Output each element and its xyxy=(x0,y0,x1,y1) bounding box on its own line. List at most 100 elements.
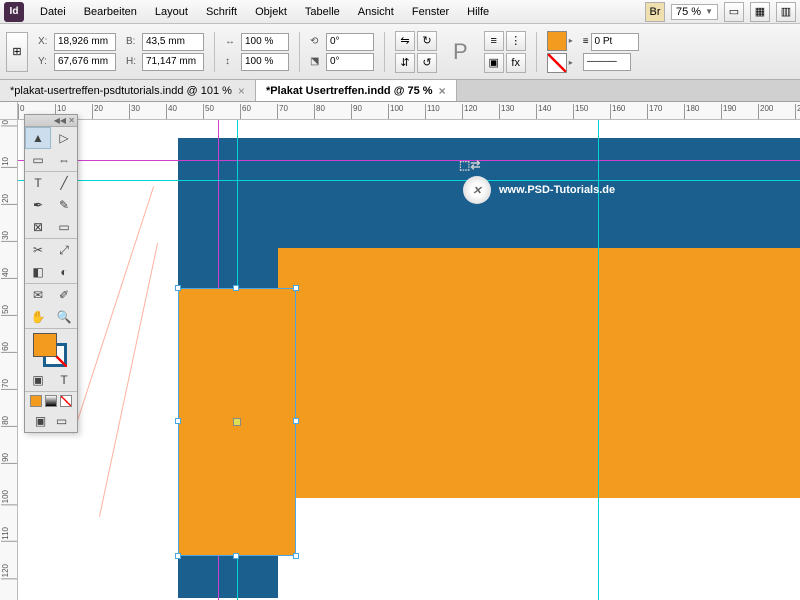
app-icon: Id xyxy=(4,2,24,22)
apply-none-icon[interactable] xyxy=(60,395,72,407)
fill-stroke-swatch[interactable] xyxy=(25,329,77,369)
scale-x-field[interactable] xyxy=(241,33,289,51)
resize-handle-e[interactable] xyxy=(293,418,299,424)
resize-handle-se[interactable] xyxy=(293,553,299,559)
panel-collapse-icon[interactable]: ◀◀ ✕ xyxy=(25,115,77,127)
separator xyxy=(384,32,385,72)
menu-fenster[interactable]: Fenster xyxy=(404,3,457,21)
selection-center-icon[interactable] xyxy=(233,418,241,426)
close-icon[interactable]: × xyxy=(439,84,446,98)
formatting-container-icon[interactable]: ▣ xyxy=(25,369,51,391)
type-tool[interactable]: T xyxy=(25,172,51,194)
menu-bar: Id Datei Bearbeiten Layout Schrift Objek… xyxy=(0,0,800,24)
pencil-tool[interactable]: ✎ xyxy=(51,194,77,216)
guide-cyan-h[interactable] xyxy=(18,180,800,181)
screen-mode-icon[interactable]: ▭ xyxy=(724,2,744,22)
resize-handle-sw[interactable] xyxy=(175,553,181,559)
stroke-weight-icon: ≡ xyxy=(583,36,589,47)
view-mode-preview-icon[interactable]: ▭ xyxy=(53,413,71,429)
resize-handle-n[interactable] xyxy=(233,285,239,291)
flip-v-icon[interactable]: ⇵ xyxy=(395,53,415,73)
separator xyxy=(214,32,215,72)
gap-tool[interactable]: ⇔ xyxy=(51,149,77,171)
control-bar: ⊞ X: Y: B: H: ↔ ↕ ⟲ ⬔ ⇋↻ ⇵↺ P ≡⋮ ▣fx ▸ ▸… xyxy=(0,24,800,80)
resize-handle-ne[interactable] xyxy=(293,285,299,291)
tools-panel[interactable]: ◀◀ ✕ ▲ ▷ ▭ ⇔ T ╱ ✒ ✎ ⊠ ▭ ✂ ⤢ ◧ ◐ ✉ ✐ ✋ 🔍 xyxy=(24,114,78,433)
rotate-cw-icon[interactable]: ↻ xyxy=(417,31,437,51)
page-tool[interactable]: ▭ xyxy=(25,149,51,171)
resize-handle-nw[interactable] xyxy=(175,285,181,291)
rectangle-frame-tool[interactable]: ⊠ xyxy=(25,216,51,238)
zoom-tool[interactable]: 🔍 xyxy=(51,306,77,328)
y-label: Y: xyxy=(38,56,52,67)
zoom-level-select[interactable]: 75 %▼ xyxy=(671,4,718,20)
free-transform-tool[interactable]: ⤢ xyxy=(51,239,77,261)
h-label: H: xyxy=(126,56,140,67)
document-tab-1[interactable]: *plakat-usertreffen-psdtutorials.indd @ … xyxy=(0,80,256,101)
ruler-origin[interactable] xyxy=(0,102,18,120)
reference-point-icon[interactable]: ⊞ xyxy=(6,32,28,72)
apply-gradient-icon[interactable] xyxy=(45,395,57,407)
fill-color-swatch[interactable] xyxy=(33,333,57,357)
ruler-horizontal[interactable]: 0102030405060708090100110120130140150160… xyxy=(18,102,800,120)
y-field[interactable] xyxy=(54,53,116,71)
scale-y-field[interactable] xyxy=(241,53,289,71)
arrange-icon[interactable]: ▦ xyxy=(750,2,770,22)
menu-hilfe[interactable]: Hilfe xyxy=(459,3,497,21)
orange-block[interactable] xyxy=(278,248,800,498)
chevron-down-icon: ▸ xyxy=(569,36,573,45)
menu-datei[interactable]: Datei xyxy=(32,3,74,21)
ruler-vertical[interactable]: 0102030405060708090100110120130 xyxy=(0,120,18,600)
stroke-style-field[interactable] xyxy=(583,53,631,71)
resize-handle-s[interactable] xyxy=(233,553,239,559)
menu-objekt[interactable]: Objekt xyxy=(247,3,295,21)
shear-field[interactable] xyxy=(326,53,374,71)
hand-tool[interactable]: ✋ xyxy=(25,306,51,328)
apply-color-icon[interactable] xyxy=(30,395,42,407)
scissors-tool[interactable]: ✂ xyxy=(25,239,51,261)
fill-swatch[interactable] xyxy=(547,31,567,51)
line-tool[interactable]: ╱ xyxy=(51,172,77,194)
document-tab-2[interactable]: *Plakat Usertreffen.indd @ 75 %× xyxy=(256,80,457,101)
margin-guide-top[interactable] xyxy=(18,160,800,161)
x-field[interactable] xyxy=(54,33,116,51)
distribute-icon[interactable]: ⋮ xyxy=(506,31,526,51)
w-label: B: xyxy=(126,36,140,47)
rectangle-tool[interactable]: ▭ xyxy=(51,216,77,238)
menu-ansicht[interactable]: Ansicht xyxy=(350,3,402,21)
logo-text: www.PSD-Tutorials.de xyxy=(499,184,615,196)
formatting-text-icon[interactable]: T xyxy=(51,369,77,391)
eyedropper-tool[interactable]: ✐ xyxy=(51,284,77,306)
selected-rectangle[interactable] xyxy=(178,288,296,556)
menu-layout[interactable]: Layout xyxy=(147,3,196,21)
effects-icon[interactable]: fx xyxy=(506,53,526,73)
rotate-field[interactable] xyxy=(326,33,374,51)
resize-handle-w[interactable] xyxy=(175,418,181,424)
direct-selection-tool[interactable]: ▷ xyxy=(51,127,77,149)
note-tool[interactable]: ✉ xyxy=(25,284,51,306)
scale-y-icon: ↕ xyxy=(225,56,239,67)
h-field[interactable] xyxy=(142,53,204,71)
bridge-button[interactable]: Br xyxy=(645,2,665,22)
wrap-icon[interactable]: ▣ xyxy=(484,53,504,73)
stroke-weight-field[interactable] xyxy=(591,33,639,51)
logo-area[interactable]: ⬚⇄ ✕ www.PSD-Tutorials.de xyxy=(463,176,615,204)
close-icon[interactable]: × xyxy=(238,84,245,98)
menu-tabelle[interactable]: Tabelle xyxy=(297,3,348,21)
canvas[interactable]: ⬚⇄ ✕ www.PSD-Tutorials.de xyxy=(18,120,800,600)
align-icon[interactable]: ≡ xyxy=(484,31,504,51)
selection-tool[interactable]: ▲ xyxy=(25,127,51,149)
w-field[interactable] xyxy=(142,33,204,51)
gradient-swatch-tool[interactable]: ◧ xyxy=(25,261,51,283)
view-mode-normal-icon[interactable]: ▣ xyxy=(32,413,50,429)
rotate-ccw-icon[interactable]: ↺ xyxy=(417,53,437,73)
pen-tool[interactable]: ✒ xyxy=(25,194,51,216)
character-p-icon: P xyxy=(453,39,468,65)
menu-schrift[interactable]: Schrift xyxy=(198,3,245,21)
flip-h-icon[interactable]: ⇋ xyxy=(395,31,415,51)
stroke-swatch[interactable] xyxy=(547,53,567,73)
menu-bearbeiten[interactable]: Bearbeiten xyxy=(76,3,145,21)
workspace-icon[interactable]: ▥ xyxy=(776,2,796,22)
document-tabs: *plakat-usertreffen-psdtutorials.indd @ … xyxy=(0,80,800,102)
gradient-feather-tool[interactable]: ◐ xyxy=(51,261,77,283)
